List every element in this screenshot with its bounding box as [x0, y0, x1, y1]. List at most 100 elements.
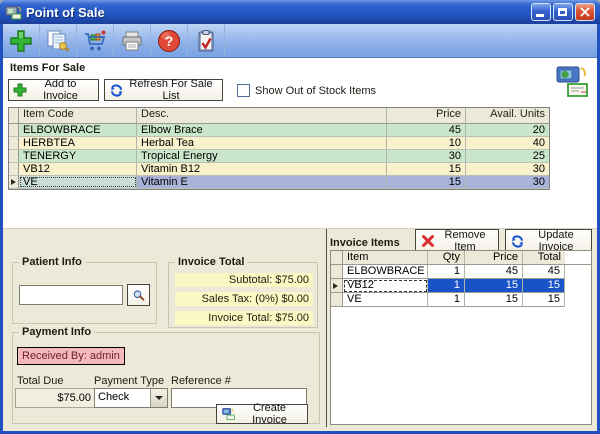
toolbar: ?	[3, 24, 597, 58]
add-to-invoice-label: Add to Invoice	[27, 78, 94, 102]
cell-item-code: ELBOWBRACE	[19, 124, 137, 136]
toolbar-add-button[interactable]	[3, 24, 40, 57]
refresh-for-sale-list-button[interactable]: Refresh For Sale List	[104, 79, 223, 101]
refresh-icon	[109, 83, 124, 98]
column-header-price[interactable]: Price	[465, 251, 523, 264]
cell-price: 15	[387, 176, 466, 188]
remove-x-icon	[420, 233, 436, 249]
payment-info-title: Payment Info	[19, 326, 94, 338]
items-for-sale-title: Items For Sale	[10, 62, 85, 74]
payment-type-label: Payment Type	[94, 375, 164, 387]
table-row[interactable]: VE 1 15 15	[331, 293, 591, 307]
payment-type-select[interactable]: Check	[94, 388, 168, 408]
minimize-button[interactable]	[531, 3, 551, 21]
payment-info-group: Payment Info Received By: admin Total Du…	[12, 332, 320, 424]
table-row[interactable]: TENERGY Tropical Energy 30 25	[9, 150, 549, 163]
payment-type-arrow[interactable]	[150, 389, 167, 407]
help-icon: ?	[156, 28, 182, 54]
table-row[interactable]: HERBTEA Herbal Tea 10 40	[9, 137, 549, 150]
cell-price: 30	[387, 150, 466, 162]
toolbar-orders-button[interactable]	[188, 24, 225, 57]
chevron-down-icon	[155, 396, 163, 400]
refresh-for-sale-list-label: Refresh For Sale List	[124, 78, 218, 102]
column-header-price[interactable]: Price	[387, 108, 466, 123]
cell-item-code: HERBTEA	[19, 137, 137, 149]
patient-search-input[interactable]	[19, 285, 123, 305]
cart-icon	[82, 28, 108, 54]
panel-divider	[326, 229, 327, 427]
column-header-item[interactable]: Item	[343, 251, 428, 264]
table-row[interactable]: ELBOWBRACE 1 45 45	[331, 265, 591, 279]
svg-text:?: ?	[165, 33, 174, 49]
close-button[interactable]	[575, 3, 595, 21]
cell-units: 25	[466, 150, 549, 162]
toolbar-print-button[interactable]	[114, 24, 151, 57]
received-by-badge: Received By: admin	[17, 347, 125, 365]
invoice-total-title: Invoice Total	[175, 256, 247, 268]
column-header-total[interactable]: Total	[523, 251, 565, 264]
cell-qty: 1	[428, 265, 465, 279]
cell-item: VE	[343, 293, 428, 307]
cell-desc: Vitamin B12	[137, 163, 387, 175]
cell-price: 10	[387, 137, 466, 149]
card-reader-icon	[552, 61, 592, 101]
toolbar-help-button[interactable]: ?	[151, 24, 188, 57]
add-to-invoice-button[interactable]: Add to Invoice	[8, 79, 99, 101]
cell-total: 15	[523, 279, 565, 293]
create-invoice-button[interactable]: Create Invoice	[216, 404, 308, 424]
cell-units: 30	[466, 163, 549, 175]
cell-item: VB12	[343, 279, 428, 293]
column-header-qty[interactable]: Qty	[428, 251, 465, 264]
row-selector	[9, 137, 19, 149]
cell-price: 15	[465, 279, 523, 293]
column-header-avail-units[interactable]: Avail. Units	[466, 108, 549, 123]
patient-info-title: Patient Info	[19, 256, 85, 268]
show-out-of-stock-label: Show Out of Stock Items	[255, 85, 376, 97]
invoices-icon	[45, 28, 71, 54]
table-row-selected[interactable]: VE Vitamin E 15 30	[9, 176, 549, 189]
show-out-of-stock-checkbox[interactable]	[237, 84, 250, 97]
total-due-field: $75.00	[15, 388, 96, 408]
row-selector	[331, 279, 343, 293]
cell-total: 15	[523, 293, 565, 307]
plus-icon	[13, 83, 27, 97]
payment-type-value: Check	[95, 389, 150, 407]
create-invoice-label: Create Invoice	[236, 402, 303, 426]
toolbar-cart-button[interactable]	[77, 24, 114, 57]
column-header-desc[interactable]: Desc.	[137, 108, 387, 123]
items-for-sale-grid: Item Code Desc. Price Avail. Units ELBOW…	[8, 107, 550, 190]
column-header-item-code[interactable]: Item Code	[19, 108, 137, 123]
items-grid-header: Item Code Desc. Price Avail. Units	[9, 108, 549, 124]
patient-info-group: Patient Info	[12, 262, 157, 324]
sales-tax-value: Sales Tax: (0%) $0.00	[175, 292, 313, 306]
cell-item-code: VB12	[19, 163, 137, 175]
table-row-selected[interactable]: VB12 1 15 15	[331, 279, 591, 293]
cell-item: ELBOWBRACE	[343, 265, 428, 279]
cell-item-code: VE	[19, 176, 137, 188]
patient-search-button[interactable]	[127, 284, 150, 306]
cell-desc: Elbow Brace	[137, 124, 387, 136]
cell-desc: Herbal Tea	[137, 137, 387, 149]
cell-units: 40	[466, 137, 549, 149]
table-row[interactable]: VB12 Vitamin B12 15 30	[9, 163, 549, 176]
invoice-items-grid: Item Qty Price Total ELBOWBRACE 1 45 45 …	[330, 250, 592, 425]
table-row[interactable]: ELBOWBRACE Elbow Brace 45 20	[9, 124, 549, 137]
subtotal-value: Subtotal: $75.00	[175, 273, 313, 287]
cell-price: 45	[465, 265, 523, 279]
cell-desc: Vitamin E	[137, 176, 387, 188]
row-selector	[331, 293, 343, 307]
cell-units: 20	[466, 124, 549, 136]
add-icon	[8, 28, 34, 54]
cell-units: 30	[466, 176, 549, 188]
maximize-button[interactable]	[553, 3, 573, 21]
row-selector	[9, 124, 19, 136]
reference-label: Reference #	[171, 375, 231, 387]
row-selector	[331, 265, 343, 279]
total-due-label: Total Due	[17, 375, 63, 387]
invoice-grid-header: Item Qty Price Total	[331, 251, 591, 265]
toolbar-invoices-button[interactable]	[40, 24, 77, 57]
point-of-sale-window: Point of Sale	[0, 0, 600, 434]
titlebar: Point of Sale	[0, 0, 600, 24]
invoice-total-group: Invoice Total Subtotal: $75.00 Sales Tax…	[168, 262, 318, 328]
row-selector	[9, 150, 19, 162]
